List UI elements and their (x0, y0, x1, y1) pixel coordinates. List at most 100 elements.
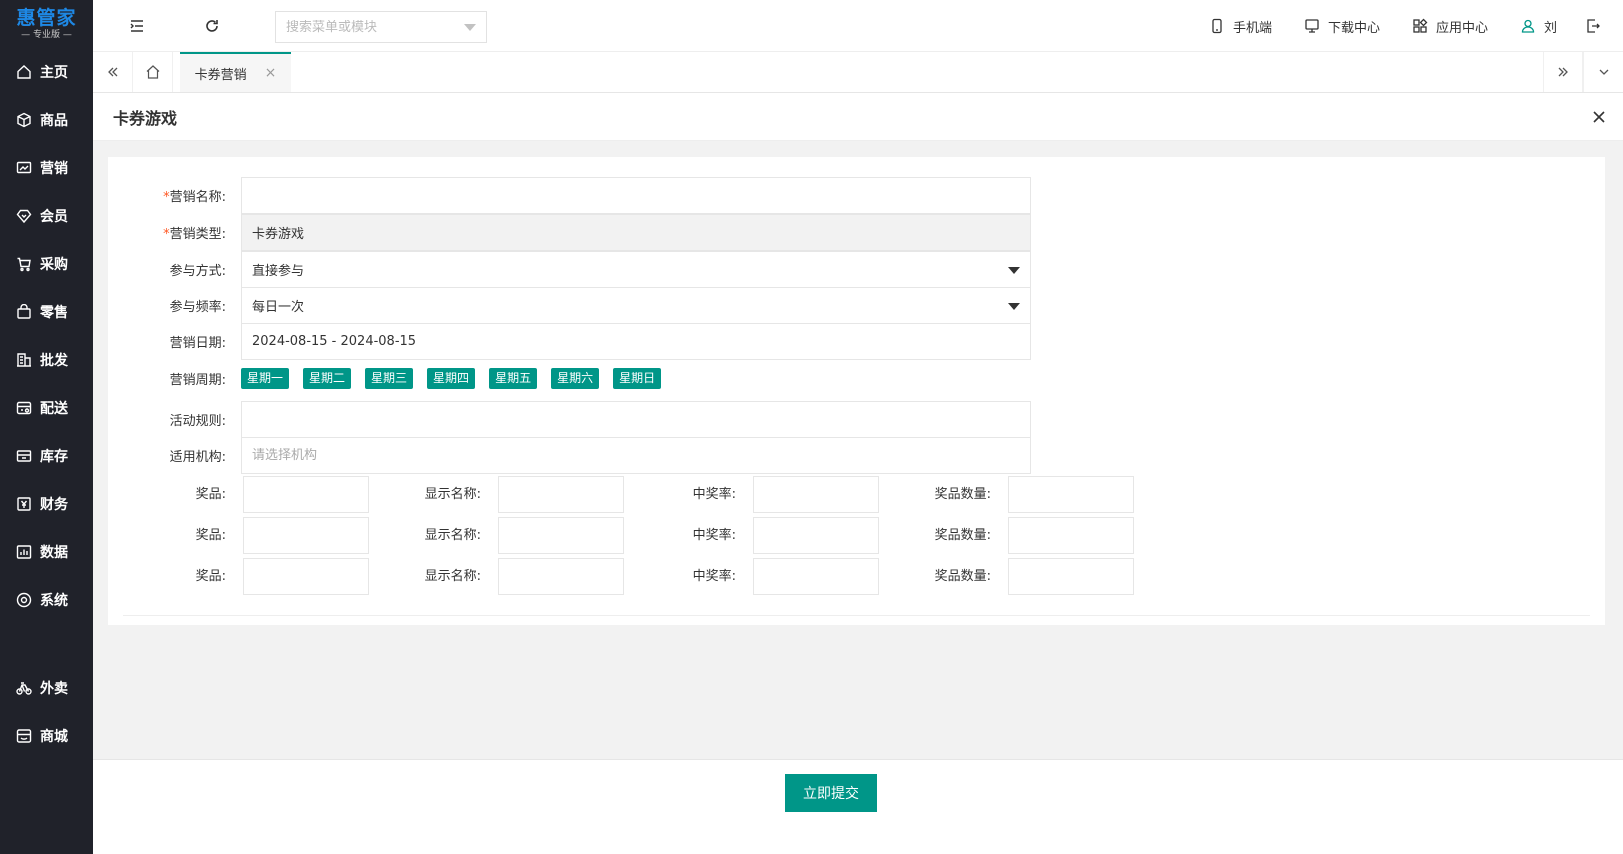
date-range-field[interactable]: 2024-08-15 - 2024-08-15 (241, 323, 1031, 360)
form-row-type: *营销类型: 卡券游戏 (108, 214, 1031, 251)
activity-rule-field[interactable] (241, 401, 1031, 438)
sidebar-item-mall[interactable]: 商城 (0, 712, 93, 760)
prize-label: 奖品: (195, 569, 226, 584)
submit-button[interactable]: 立即提交 (785, 774, 877, 812)
sidebar-item-label: 零售 (40, 305, 68, 321)
type-label: 营销类型: (169, 227, 226, 242)
sidebar-item-data[interactable]: 数据 (0, 528, 93, 576)
win-rate-field[interactable] (753, 558, 879, 595)
sidebar-item-label: 财务 (40, 497, 68, 513)
weekday-tag-tue[interactable]: 星期二 (303, 368, 352, 389)
tab-card-marketing[interactable]: 卡券营销 × (180, 52, 291, 92)
tab-home-icon[interactable] (133, 52, 173, 92)
sidebar-item-label: 系统 (40, 593, 68, 609)
win-rate-field[interactable] (753, 517, 879, 554)
close-tab-icon[interactable]: × (265, 65, 277, 81)
menu-search[interactable] (275, 11, 487, 43)
prize-quantity-label: 奖品数量: (934, 487, 991, 502)
tabs-menu-chevron-down-icon[interactable] (1583, 52, 1623, 92)
tabs-scroll-left-icon[interactable] (93, 52, 133, 92)
prize-quantity-input[interactable] (1009, 559, 1133, 594)
page-header: 卡券游戏 (93, 93, 1623, 141)
join-method-select[interactable]: 直接参与 (241, 251, 1031, 288)
download-center-link[interactable]: 下载中心 (1304, 17, 1380, 36)
win-rate-input[interactable] (754, 518, 878, 553)
sidebar-item-purchase[interactable]: 采购 (0, 240, 93, 288)
app-logo[interactable]: 惠管家 — 专业版 — (0, 0, 93, 48)
sidebar-item-delivery[interactable]: 配送 (0, 384, 93, 432)
sidebar-item-finance[interactable]: 财务 (0, 480, 93, 528)
form-row-rule: 活动规则: (108, 401, 1031, 438)
prize-input[interactable] (244, 518, 368, 553)
win-rate-input[interactable] (754, 477, 878, 512)
form-row-frequency: 参与频率: 每日一次 (108, 287, 1031, 324)
marketing-name-field[interactable] (241, 177, 1031, 214)
field-label: *营销名称: (108, 186, 241, 205)
display-name-field[interactable] (498, 558, 624, 595)
display-name-input[interactable] (499, 477, 623, 512)
prize-quantity-field[interactable] (1008, 558, 1134, 595)
prize-field[interactable] (243, 517, 369, 554)
bag-icon (16, 304, 32, 320)
caret-down-icon[interactable] (1008, 267, 1020, 274)
win-rate-input[interactable] (754, 559, 878, 594)
menu-toggle-icon[interactable] (125, 14, 149, 38)
tabs-scroll-right-icon[interactable] (1543, 52, 1583, 92)
weekday-tag-wed[interactable]: 星期三 (365, 368, 414, 389)
weekday-tag-thu[interactable]: 星期四 (427, 368, 476, 389)
prize-quantity-input[interactable] (1009, 477, 1133, 512)
close-page-icon[interactable] (1587, 105, 1611, 129)
logout-button[interactable] (1585, 18, 1609, 34)
header-actions: 手机端 下载中心 应用中心 刘 (1209, 0, 1623, 52)
weekday-tag-sat[interactable]: 星期六 (551, 368, 600, 389)
search-input[interactable] (286, 19, 464, 35)
caret-down-icon[interactable] (1008, 303, 1020, 310)
prize-input[interactable] (244, 477, 368, 512)
sidebar-item-member[interactable]: 会员 (0, 192, 93, 240)
sidebar-item-home[interactable]: 主页 (0, 48, 93, 96)
logout-icon (1587, 19, 1600, 33)
sidebar-item-marketing[interactable]: 营销 (0, 144, 93, 192)
frequency-value: 每日一次 (252, 300, 305, 315)
form-row-org: 适用机构: (108, 437, 1031, 474)
app-center-link[interactable]: 应用中心 (1412, 17, 1488, 36)
prize-field[interactable] (243, 476, 369, 513)
display-name-input[interactable] (499, 518, 623, 553)
form-row-date: 营销日期: 2024-08-15 - 2024-08-15 (108, 323, 1031, 360)
prize-quantity-input[interactable] (1009, 518, 1133, 553)
weekday-tag-sun[interactable]: 星期日 (613, 368, 662, 389)
mobile-link[interactable]: 手机端 (1209, 17, 1272, 36)
prize-field[interactable] (243, 558, 369, 595)
sidebar-item-system[interactable]: 系统 (0, 576, 93, 624)
sidebar-item-inventory[interactable]: 库存 (0, 432, 93, 480)
user-avatar-icon (1521, 19, 1535, 33)
weekday-selector: 星期一 星期二 星期三 星期四 星期五 星期六 星期日 (241, 368, 675, 389)
organization-select[interactable] (241, 437, 1031, 474)
sidebar-item-takeout[interactable]: 外卖 (0, 664, 93, 712)
prize-input[interactable] (244, 559, 368, 594)
weekday-tag-mon[interactable]: 星期一 (241, 368, 290, 389)
display-name-field[interactable] (498, 476, 624, 513)
prize-label: 奖品: (195, 528, 226, 543)
chevron-down-icon[interactable] (464, 23, 476, 31)
cycle-label: 营销周期: (169, 373, 226, 388)
sidebar-item-retail[interactable]: 零售 (0, 288, 93, 336)
user-menu[interactable]: 刘 (1520, 17, 1557, 36)
refresh-icon[interactable] (200, 14, 224, 38)
prize-quantity-field[interactable] (1008, 517, 1134, 554)
weekday-tag-fri[interactable]: 星期五 (489, 368, 538, 389)
sidebar-item-goods[interactable]: 商品 (0, 96, 93, 144)
display-name-input[interactable] (499, 559, 623, 594)
win-rate-field[interactable] (753, 476, 879, 513)
organization-input[interactable] (252, 448, 1030, 463)
win-rate-label: 中奖率: (692, 528, 736, 543)
tab-label: 卡券营销 (194, 67, 247, 83)
activity-rule-input[interactable] (252, 412, 1030, 427)
form-card: *营销名称: *营销类型: 卡券游戏 参与方式: 直接参与 参与频率: 每日一次… (108, 157, 1605, 625)
prize-quantity-field[interactable] (1008, 476, 1134, 513)
frequency-select[interactable]: 每日一次 (241, 287, 1031, 324)
display-name-field[interactable] (498, 517, 624, 554)
phone-icon (1212, 18, 1222, 34)
sidebar-item-wholesale[interactable]: 批发 (0, 336, 93, 384)
marketing-name-input[interactable] (252, 188, 1030, 203)
